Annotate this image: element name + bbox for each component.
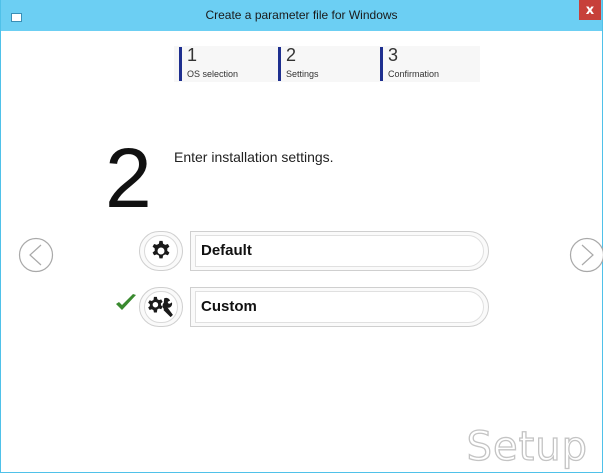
step-label: OS selection	[187, 69, 239, 79]
setup-window: Create a parameter file for Windows x 1 …	[0, 0, 603, 473]
window-title: Create a parameter file for Windows	[205, 8, 398, 22]
back-button[interactable]	[18, 237, 54, 273]
option-label-frame: Default	[190, 231, 489, 271]
close-button[interactable]: x	[579, 0, 601, 20]
option-icon-frame	[139, 231, 183, 271]
option-label: Custom	[201, 298, 257, 315]
gear-icon	[152, 240, 170, 259]
title-bar[interactable]: Create a parameter file for Windows x	[1, 0, 602, 31]
step-label: Confirmation	[388, 69, 440, 79]
option-custom[interactable]: Custom	[139, 287, 489, 327]
next-button[interactable]	[569, 237, 603, 273]
option-default[interactable]: Default	[139, 231, 489, 271]
setup-watermark: Setup	[466, 423, 588, 470]
chevron-right-icon	[569, 237, 603, 273]
page-heading: Enter installation settings.	[174, 149, 334, 165]
option-icon-frame	[139, 287, 183, 327]
option-icon-inner	[144, 291, 178, 323]
step-bar	[278, 47, 281, 81]
step-number: 2	[286, 45, 297, 65]
chevron-left-icon	[18, 237, 54, 273]
option-icon-inner	[144, 235, 178, 267]
step-number: 1	[187, 45, 198, 65]
option-label-frame: Custom	[190, 287, 489, 327]
option-label: Default	[201, 242, 252, 259]
step-bar	[179, 47, 182, 81]
step-indicator: 1 OS selection 2 Settings 3 Confirmation	[174, 45, 480, 82]
step-bar	[380, 47, 383, 81]
step-number: 3	[388, 45, 399, 65]
current-step-number: 2	[105, 131, 152, 225]
tools-icon	[148, 296, 173, 318]
step-label: Settings	[286, 69, 319, 79]
checkmark-icon	[116, 294, 136, 310]
